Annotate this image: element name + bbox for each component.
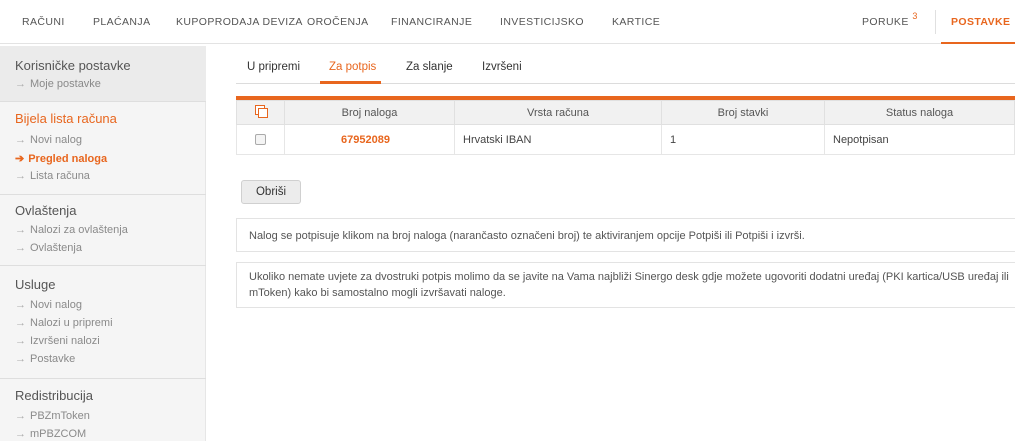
sidebar-section-redistribucija: Redistribucija → PBZmToken → mPBZCOM <box>0 379 206 441</box>
nav-item-kupoprodaja-deviza[interactable]: KUPOPRODAJA DEVIZA <box>176 16 303 28</box>
orders-table: Broj naloga Vrsta računa Broj stavki Sta… <box>236 96 1015 155</box>
tab-za-slanje[interactable]: Za slanje <box>406 61 453 73</box>
nav-item-postavke[interactable]: POSTAVKE <box>951 16 1010 28</box>
column-header-status-naloga: Status naloga <box>824 100 1015 125</box>
sidebar-item-usluge-novi-nalog[interactable]: → Novi nalog <box>15 299 82 311</box>
arrow-right-icon: → <box>15 317 26 329</box>
tab-u-pripremi[interactable]: U pripremi <box>247 61 300 73</box>
sidebar-item-nalozi-u-pripremi[interactable]: → Nalozi u pripremi <box>15 317 113 329</box>
order-status-cell: Nepotpisan <box>824 124 1015 155</box>
sidebar-item-label: Postavke <box>30 353 76 365</box>
sidebar-item-label: Nalozi za ovlaštenja <box>30 224 128 236</box>
select-all-header[interactable] <box>236 100 285 125</box>
row-select-cell <box>236 124 285 155</box>
column-header-vrsta-racuna: Vrsta računa <box>454 100 662 125</box>
sidebar-item-label: Lista računa <box>30 170 90 182</box>
sidebar-item-moje-postavke[interactable]: → Moje postavke <box>15 78 101 90</box>
arrow-right-icon: → <box>15 242 26 254</box>
sidebar-item-label: Pregled naloga <box>28 153 108 165</box>
nav-item-kartice[interactable]: KARTICE <box>612 16 660 28</box>
order-number-link[interactable]: 67952089 <box>284 124 455 155</box>
order-tabs: U pripremi Za potpis Za slanje Izvršeni <box>236 54 1015 84</box>
row-checkbox[interactable] <box>255 134 266 146</box>
tab-izvrseni[interactable]: Izvršeni <box>482 61 522 73</box>
copy-icon[interactable] <box>254 105 268 118</box>
arrow-right-icon: → <box>15 224 26 236</box>
delete-button[interactable]: Obriši <box>241 180 301 204</box>
sidebar-item-label: Izvršeni nalozi <box>30 335 100 347</box>
sidebar-item-label: Ovlaštenja <box>30 242 82 254</box>
arrow-right-icon: → <box>15 428 26 440</box>
sidebar-item-izvrseni-nalozi[interactable]: → Izvršeni nalozi <box>15 335 100 347</box>
sidebar-item-ovlastenja[interactable]: → Ovlaštenja <box>15 242 82 254</box>
table-header-row: Broj naloga Vrsta računa Broj stavki Sta… <box>236 100 1015 125</box>
arrow-right-icon: → <box>15 170 26 182</box>
sidebar-item-mpbzcom[interactable]: → mPBZCOM <box>15 428 86 440</box>
sidebar-item-novi-nalog[interactable]: → Novi nalog <box>15 134 82 146</box>
sidebar-title: Ovlaštenja <box>15 203 77 218</box>
sidebar-item-lista-racuna[interactable]: → Lista računa <box>15 170 90 182</box>
arrow-right-icon: → <box>15 134 26 146</box>
account-type-cell: Hrvatski IBAN <box>454 124 662 155</box>
nav-item-financiranje[interactable]: FINANCIRANJE <box>391 16 472 28</box>
sidebar-item-nalozi-za-ovlastenja[interactable]: → Nalozi za ovlaštenja <box>15 224 128 236</box>
arrow-right-icon: → <box>15 353 26 365</box>
sidebar-title: Bijela lista računa <box>15 111 117 126</box>
sidebar-section-usluge: Usluge → Novi nalog → Nalozi u pripremi → I… <box>0 266 206 378</box>
active-tab-indicator <box>320 81 381 84</box>
nav-divider <box>935 10 936 34</box>
sidebar-item-label: Novi nalog <box>30 134 82 146</box>
sidebar-item-label: mPBZCOM <box>30 428 87 440</box>
sidebar-item-postavke[interactable]: → Postavke <box>15 353 75 365</box>
sidebar-section-bijela-lista: Bijela lista računa → Novi nalog ➔ Pregled… <box>0 102 206 194</box>
arrow-right-icon: → <box>15 410 26 422</box>
arrow-right-icon: → <box>15 299 26 311</box>
nav-item-placanja[interactable]: PLAĆANJA <box>93 16 150 28</box>
table-row: 67952089 Hrvatski IBAN 1 Nepotpisan <box>236 124 1015 155</box>
sidebar-item-label: Nalozi u pripremi <box>30 317 113 329</box>
nav-item-investicijsko[interactable]: INVESTICIJSKO <box>500 16 584 28</box>
sidebar-section-ovlastenja: Ovlaštenja → Nalozi za ovlaštenja → Ovlašt… <box>0 195 206 265</box>
column-header-broj-naloga: Broj naloga <box>284 100 455 125</box>
sidebar-title: Korisničke postavke <box>15 58 131 73</box>
nav-item-poruke[interactable]: PORUKE 3 <box>862 11 917 28</box>
sidebar-item-label: PBZmToken <box>30 410 90 422</box>
top-navigation: RAČUNI PLAĆANJA KUPOPRODAJA DEVIZA OROČE… <box>0 0 1015 44</box>
sidebar: Korisničke postavke → Moje postavke Bijel… <box>0 46 206 441</box>
double-signature-info-notice: Ukoliko nemate uvjete za dvostruki potpi… <box>236 262 1015 308</box>
tab-za-potpis[interactable]: Za potpis <box>329 61 376 73</box>
sidebar-item-pbzmtoken[interactable]: → PBZmToken <box>15 410 90 422</box>
sidebar-title: Usluge <box>15 277 56 292</box>
signing-info-notice: Nalog se potpisuje klikom na broj naloga… <box>236 218 1015 252</box>
sidebar-item-pregled-naloga[interactable]: ➔ Pregled naloga <box>15 152 107 165</box>
arrow-right-icon: ➔ <box>15 153 25 165</box>
nav-item-orocenja[interactable]: OROČENJA <box>307 16 369 28</box>
nav-item-racuni[interactable]: RAČUNI <box>22 16 65 28</box>
messages-label: PORUKE <box>862 16 909 28</box>
column-header-broj-stavki: Broj stavki <box>661 100 825 125</box>
sidebar-title: Redistribucija <box>15 388 94 403</box>
arrow-right-icon: → <box>15 335 26 347</box>
sidebar-item-label: Moje postavke <box>30 78 101 90</box>
messages-count-badge: 3 <box>912 11 918 21</box>
item-count-cell: 1 <box>661 124 825 155</box>
arrow-right-icon: → <box>15 78 26 90</box>
sidebar-item-label: Novi nalog <box>30 299 82 311</box>
sidebar-section-user-settings: Korisničke postavke → Moje postavke <box>0 46 206 101</box>
